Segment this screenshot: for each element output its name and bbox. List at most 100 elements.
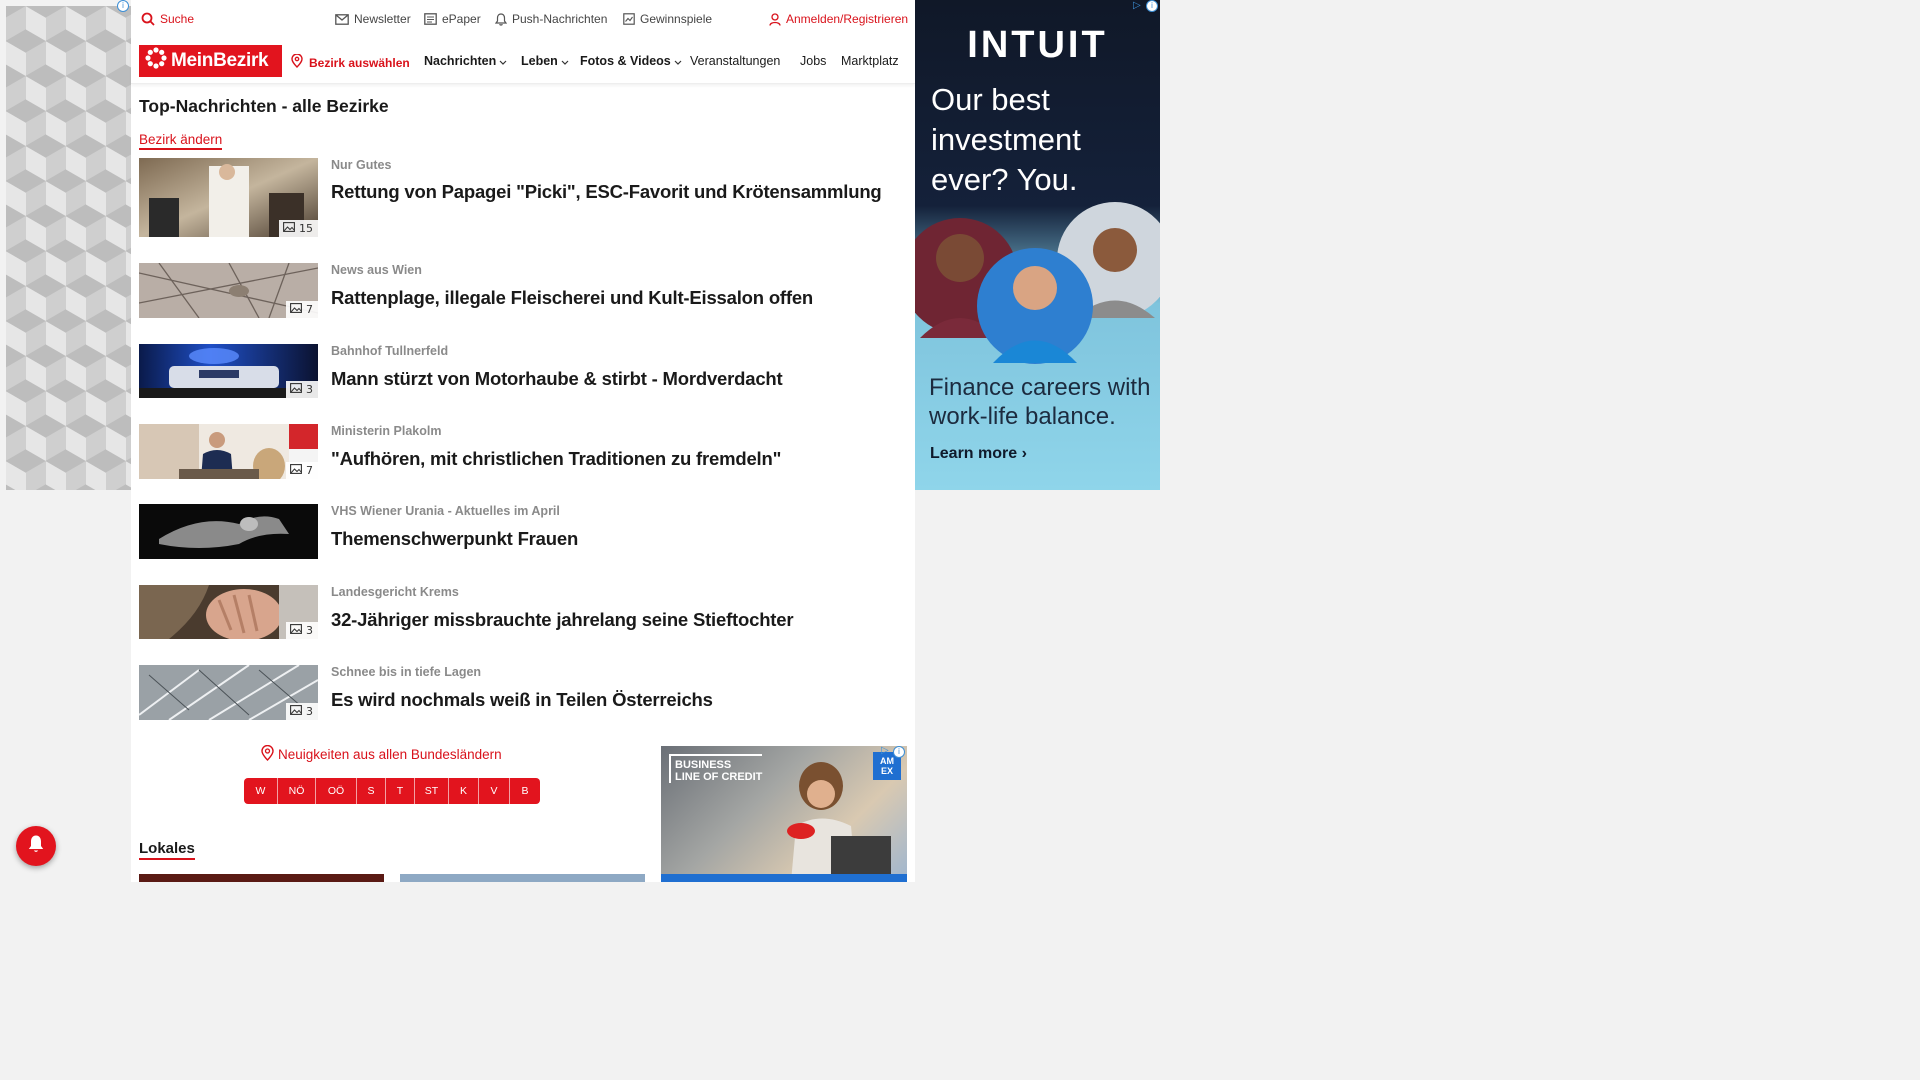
article-item[interactable]: 7 News aus Wien Rattenplage, illegale Fl… bbox=[139, 263, 909, 318]
article-kicker: News aus Wien bbox=[331, 263, 422, 277]
newsletter-link[interactable]: Newsletter bbox=[335, 12, 411, 26]
photo-count-badge: 15 bbox=[279, 220, 318, 237]
login-link[interactable]: Anmelden/Registrieren bbox=[769, 12, 908, 26]
meinbezirk-logo[interactable]: MeinBezirk bbox=[139, 45, 282, 77]
ad-info-icon[interactable]: i bbox=[1146, 0, 1158, 12]
state-button-noe[interactable]: NÖ bbox=[278, 778, 316, 804]
newspaper-icon bbox=[424, 13, 437, 25]
ad-people-photo bbox=[915, 202, 1160, 364]
all-states-news-link[interactable]: Neuigkeiten aus allen Bundesländern bbox=[261, 744, 502, 764]
photo-count-badge: 7 bbox=[286, 462, 318, 479]
nav-fotos-videos-label: Fotos & Videos bbox=[580, 54, 671, 68]
article-kicker: Bahnhof Tullnerfeld bbox=[331, 344, 449, 358]
ad-careers-text: Finance careers with work-life balance. bbox=[929, 374, 1151, 430]
article-kicker: Nur Gutes bbox=[331, 158, 392, 172]
photo-count: 15 bbox=[299, 222, 313, 235]
lokales-heading: Lokales bbox=[139, 840, 195, 860]
article-item[interactable]: VHS Wiener Urania - Aktuelles im April T… bbox=[139, 504, 909, 559]
article-item[interactable]: 7 Ministerin Plakolm "Aufhören, mit chri… bbox=[139, 424, 909, 479]
article-headline[interactable]: "Aufhören, mit christlichen Traditionen … bbox=[331, 446, 891, 471]
image-icon bbox=[290, 464, 302, 477]
nav-marktplatz[interactable]: Marktplatz bbox=[841, 54, 901, 68]
lokales-card-image[interactable] bbox=[400, 874, 645, 882]
state-button-s[interactable]: S bbox=[357, 778, 386, 804]
article-thumbnail[interactable]: 3 bbox=[139, 585, 318, 639]
notification-bell-button[interactable] bbox=[16, 826, 56, 866]
lokales-card-image[interactable] bbox=[139, 874, 384, 882]
state-button-k[interactable]: K bbox=[449, 778, 479, 804]
location-pin-icon bbox=[291, 53, 303, 71]
nav-fotos-videos[interactable]: Fotos & Videos bbox=[580, 54, 682, 68]
article-item[interactable]: 3 Bahnhof Tullnerfeld Mann stürzt von Mo… bbox=[139, 344, 909, 399]
article-thumbnail[interactable] bbox=[139, 504, 318, 559]
login-label: Anmelden/Registrieren bbox=[786, 12, 909, 26]
select-district-label: Bezirk auswählen bbox=[309, 55, 410, 70]
article-thumbnail[interactable]: 15 bbox=[139, 158, 318, 237]
nav-leben-label: Leben bbox=[521, 54, 558, 68]
article-thumbnail[interactable]: 3 bbox=[139, 665, 318, 720]
photo-count: 3 bbox=[306, 705, 313, 718]
epaper-label: ePaper bbox=[442, 12, 481, 26]
article-thumbnail[interactable]: 3 bbox=[139, 344, 318, 398]
image-icon bbox=[290, 383, 302, 396]
gift-icon bbox=[623, 13, 635, 25]
article-headline[interactable]: Rattenplage, illegale Fleischerei und Ku… bbox=[331, 285, 891, 310]
search-label: Suche bbox=[160, 12, 195, 26]
article-kicker: Landesgericht Krems bbox=[331, 585, 459, 599]
nav-jobs[interactable]: Jobs bbox=[800, 54, 826, 68]
epaper-link[interactable]: ePaper bbox=[424, 12, 481, 26]
business-credit-ad[interactable]: BUSINESS LINE OF CREDIT AM EX bbox=[661, 746, 907, 882]
article-headline[interactable]: Rettung von Papagei "Picki", ESC-Favorit… bbox=[331, 179, 891, 204]
select-district-button[interactable]: Bezirk auswählen bbox=[291, 53, 410, 71]
image-icon bbox=[283, 222, 295, 235]
nav-veranstaltungen[interactable]: Veranstaltungen bbox=[690, 54, 780, 68]
article-headline[interactable]: 32-Jähriger missbrauchte jahrelang seine… bbox=[331, 607, 891, 632]
change-district-link[interactable]: Bezirk ändern bbox=[139, 132, 223, 150]
article-thumbnail[interactable]: 7 bbox=[139, 263, 318, 318]
ad-footer-bar bbox=[661, 874, 907, 882]
ad-info-icon[interactable]: i bbox=[893, 746, 905, 758]
push-link[interactable]: Push-Nachrichten bbox=[495, 12, 607, 26]
article-item[interactable]: 3 Schnee bis in tiefe Lagen Es wird noch… bbox=[139, 665, 909, 720]
all-states-news-label: Neuigkeiten aus allen Bundesländern bbox=[278, 747, 502, 762]
search-icon bbox=[141, 12, 155, 26]
state-button-st[interactable]: ST bbox=[415, 778, 449, 804]
article-headline[interactable]: Es wird nochmals weiß in Teilen Österrei… bbox=[331, 687, 891, 712]
state-button-v[interactable]: V bbox=[479, 778, 510, 804]
bell-icon bbox=[27, 834, 45, 858]
article-kicker: VHS Wiener Urania - Aktuelles im April bbox=[331, 504, 560, 518]
nav-nachrichten[interactable]: Nachrichten bbox=[424, 54, 507, 68]
bell-icon bbox=[495, 12, 507, 26]
search-link[interactable]: Suche bbox=[141, 12, 194, 26]
state-button-w[interactable]: W bbox=[244, 778, 278, 804]
photo-count-badge: 3 bbox=[286, 381, 318, 398]
image-icon bbox=[290, 705, 302, 718]
gewinnspiele-link[interactable]: Gewinnspiele bbox=[623, 12, 712, 26]
left-skyscraper-ad[interactable] bbox=[6, 6, 131, 490]
gewinnspiele-label: Gewinnspiele bbox=[640, 12, 713, 26]
state-button-t[interactable]: T bbox=[386, 778, 415, 804]
logo-text: MeinBezirk bbox=[171, 50, 269, 71]
state-button-b[interactable]: B bbox=[510, 778, 540, 804]
learn-more-link[interactable]: Learn more › bbox=[930, 445, 1027, 463]
ad-line-2: LINE OF CREDIT bbox=[675, 771, 763, 783]
ad-info-icon[interactable]: i bbox=[117, 0, 129, 12]
article-headline[interactable]: Mann stürzt von Motorhaube & stirbt - Mo… bbox=[331, 366, 891, 391]
newsletter-label: Newsletter bbox=[354, 12, 411, 26]
nav-nachrichten-label: Nachrichten bbox=[424, 54, 497, 68]
article-item[interactable]: 3 Landesgericht Krems 32-Jähriger missbr… bbox=[139, 585, 909, 640]
nav-leben[interactable]: Leben bbox=[521, 54, 569, 68]
image-icon bbox=[290, 624, 302, 637]
state-button-ooe[interactable]: OÖ bbox=[316, 778, 357, 804]
logo-flower-icon bbox=[145, 47, 167, 75]
intuit-skyscraper-ad[interactable]: INTUIT Our best investment ever? You. Fi… bbox=[915, 0, 1160, 490]
article-headline[interactable]: Themenschwerpunkt Frauen bbox=[331, 526, 891, 551]
adchoices-icon[interactable]: ▷ bbox=[881, 746, 892, 757]
adchoices-icon[interactable]: ▷ bbox=[1133, 0, 1141, 11]
article-thumbnail[interactable]: 7 bbox=[139, 424, 318, 479]
article-item[interactable]: 15 Nur Gutes Rettung von Papagei "Picki"… bbox=[139, 158, 909, 238]
mail-icon bbox=[335, 13, 349, 25]
main-navbar: MeinBezirk Bezirk auswählen Nachrichten … bbox=[131, 38, 915, 84]
photo-count: 7 bbox=[306, 464, 313, 477]
ad-tagline: Our best investment ever? You. bbox=[931, 82, 1081, 197]
